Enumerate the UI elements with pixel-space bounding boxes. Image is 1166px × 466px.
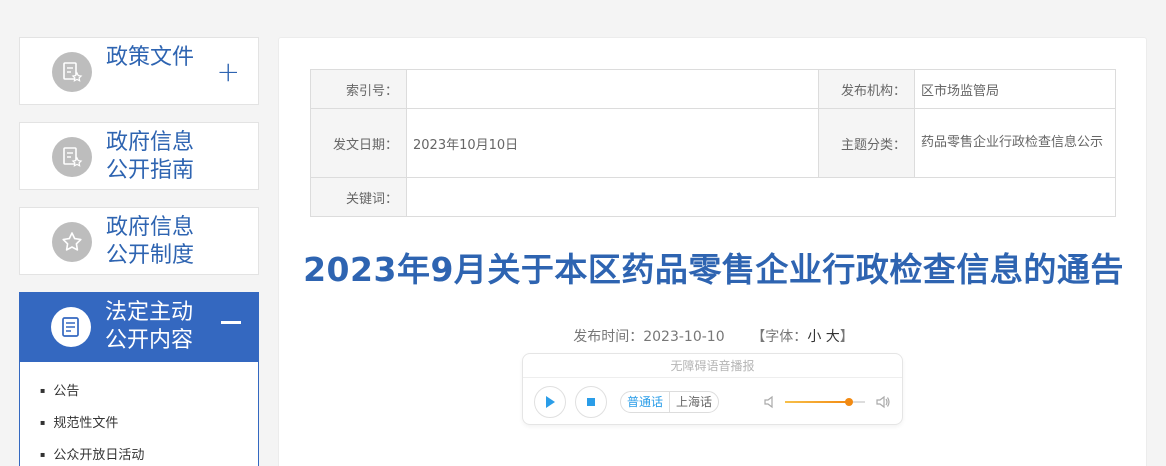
volume-slider[interactable] <box>785 398 865 406</box>
org-value: 区市场监管局 <box>914 69 1116 109</box>
volume-fill <box>785 401 849 403</box>
font-small-button[interactable]: 小 <box>807 329 821 345</box>
font-size-suffix: 】 <box>839 329 854 345</box>
star-icon <box>52 222 92 262</box>
sub-item-announcement[interactable]: 公告 <box>40 380 79 399</box>
main-content: 索引号： 发布机构： 区市场监管局 发文日期： 2023年10月10日 主题分类… <box>278 37 1147 466</box>
stop-button[interactable] <box>575 386 607 418</box>
font-large-button[interactable]: 大 <box>826 329 840 345</box>
sidebar-sub-list: 公告 规范性文件 公众开放日活动 <box>19 362 259 466</box>
stop-icon <box>587 398 595 406</box>
sidebar-item-disclosure-guide[interactable]: 政府信息 公开指南 <box>19 122 259 190</box>
voice-player: 无障碍语音播报 普通话 上海话 <box>522 353 903 425</box>
volume-low-icon <box>764 395 773 409</box>
index-value <box>406 69 819 109</box>
lang-putonghua[interactable]: 普通话 <box>621 392 669 412</box>
expand-plus-icon[interactable]: + <box>217 58 240 86</box>
sidebar-item-label: 法定主动 公开内容 <box>105 300 194 353</box>
sidebar-item-label: 政府信息 公开指南 <box>106 130 195 183</box>
sidebar-item-statutory-content[interactable]: 法定主动 公开内容 <box>19 292 259 362</box>
play-button[interactable] <box>534 386 566 418</box>
sidebar-item-disclosure-system[interactable]: 政府信息 公开制度 <box>19 207 259 275</box>
article-title: 2023年9月关于本区药品零售企业行政检查信息的通告 <box>303 250 1124 289</box>
collapse-minus-icon[interactable] <box>221 321 241 324</box>
sub-item-normative-docs[interactable]: 规范性文件 <box>40 412 118 431</box>
publish-time: 发布时间：2023-10-10 <box>573 329 725 345</box>
publish-info: 发布时间：2023-10-10 【字体：小 大】 <box>279 326 1148 346</box>
volume-knob[interactable] <box>845 398 853 406</box>
sub-item-open-day[interactable]: 公众开放日活动 <box>40 444 144 463</box>
player-caption: 无障碍语音播报 <box>523 354 902 378</box>
keyword-value <box>406 177 1116 217</box>
sidebar-item-policy-docs[interactable]: 政策文件 + <box>19 37 259 105</box>
play-icon <box>546 396 555 408</box>
lang-shanghai[interactable]: 上海话 <box>669 392 718 412</box>
topic-label: 主题分类： <box>818 108 915 178</box>
font-size-prefix: 【字体： <box>751 329 808 345</box>
org-label: 发布机构： <box>818 69 915 109</box>
meta-table: 索引号： 发布机构： 区市场监管局 发文日期： 2023年10月10日 主题分类… <box>310 69 1116 217</box>
document-star-icon <box>52 137 92 177</box>
sidebar-item-label: 政策文件 <box>106 45 195 70</box>
date-label: 发文日期： <box>310 108 407 178</box>
keyword-label: 关键词： <box>310 177 407 217</box>
language-toggle[interactable]: 普通话 上海话 <box>620 391 720 413</box>
topic-value: 药品零售企业行政检查信息公示 <box>914 108 1116 178</box>
list-document-icon <box>51 307 91 347</box>
volume-high-icon <box>876 395 890 409</box>
index-label: 索引号： <box>310 69 407 109</box>
date-value: 2023年10月10日 <box>406 108 819 178</box>
document-star-icon <box>52 52 92 92</box>
sidebar-item-label: 政府信息 公开制度 <box>106 215 195 268</box>
